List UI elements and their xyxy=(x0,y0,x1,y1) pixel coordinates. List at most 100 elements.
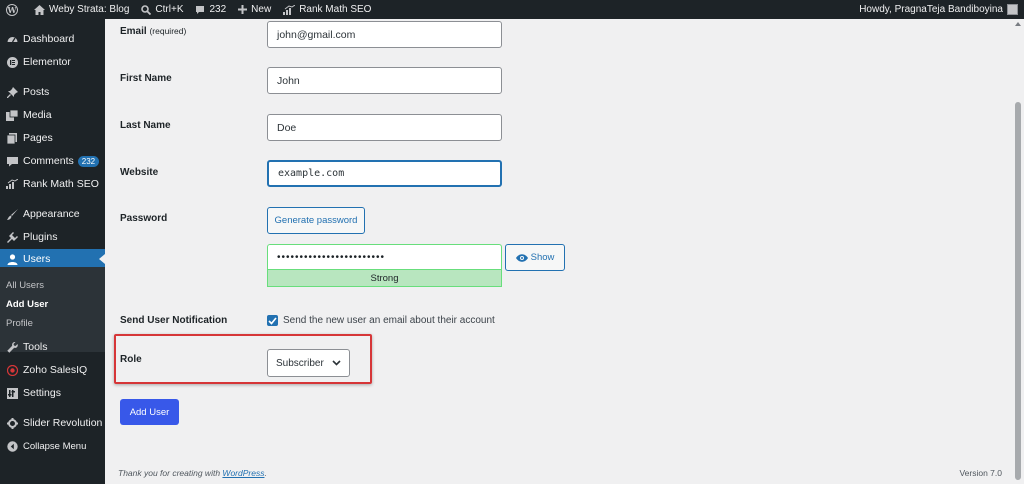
plus-icon xyxy=(238,5,248,14)
website-label: Website xyxy=(120,167,159,178)
sidebar-item-media[interactable]: Media xyxy=(0,105,105,125)
password-strength-meter: Strong xyxy=(267,269,502,287)
sidebar-item-elementor[interactable]: Elementor xyxy=(0,52,105,72)
send-notification-checkbox[interactable] xyxy=(267,315,278,326)
sidebar-item-label: Users xyxy=(23,253,51,265)
sidebar-item-users[interactable]: Users xyxy=(0,249,105,269)
notification-label: Send User Notification xyxy=(120,315,228,326)
notification-text[interactable]: Send the new user an email about their a… xyxy=(283,315,495,326)
sidebar-item-dashboard[interactable]: Dashboard xyxy=(0,29,105,49)
sidebar-item-label: Zoho SalesIQ xyxy=(23,364,88,376)
avatar xyxy=(1007,4,1018,15)
last-name-label: Last Name xyxy=(120,120,171,131)
comments-count: 232 xyxy=(209,4,227,15)
dashboard-icon xyxy=(6,33,18,45)
first-name-label: First Name xyxy=(120,73,172,84)
wrench-icon xyxy=(6,341,18,353)
command-palette-link[interactable]: Ctrl+K xyxy=(135,0,189,19)
pages-icon xyxy=(6,132,18,144)
comment-icon xyxy=(196,5,205,14)
sidebar-item-zoho[interactable]: Zoho SalesIQ xyxy=(0,360,105,380)
email-label: Email (required) xyxy=(120,26,186,37)
last-name-field[interactable]: Doe xyxy=(267,114,502,141)
sidebar-item-slider-revolution[interactable]: Slider Revolution xyxy=(0,413,105,433)
shortcut-label: Ctrl+K xyxy=(155,4,184,15)
rank-math-link[interactable]: Rank Math SEO xyxy=(277,0,377,19)
comment-icon xyxy=(6,155,18,167)
wordpress-logo[interactable]: W xyxy=(0,0,28,19)
user-icon xyxy=(6,253,18,265)
website-field[interactable]: example.com xyxy=(267,160,502,187)
scroll-up-arrow[interactable] xyxy=(1015,22,1021,26)
new-content-link[interactable]: New xyxy=(232,0,277,19)
checkmark-icon xyxy=(268,316,277,325)
role-highlight-box xyxy=(114,334,372,384)
password-label: Password xyxy=(120,213,168,224)
sidebar-item-label: Media xyxy=(23,109,52,121)
plugin-icon xyxy=(6,231,18,243)
email-field[interactable]: john@gmail.com xyxy=(267,21,502,48)
password-field[interactable]: •••••••••••••••••••••••• xyxy=(267,244,502,269)
sidebar-item-plugins[interactable]: Plugins xyxy=(0,227,105,247)
show-label: Show xyxy=(530,252,555,263)
settings-icon xyxy=(6,387,18,399)
sidebar-item-label: Tools xyxy=(23,341,48,353)
scrollbar[interactable] xyxy=(1012,19,1024,484)
sidebar-item-settings[interactable]: Settings xyxy=(0,383,105,403)
email-label-text: Email xyxy=(120,26,147,37)
site-name-link[interactable]: Weby Strata: Blog xyxy=(28,0,135,19)
version-label: Version 7.0 xyxy=(959,468,1002,478)
first-name-field[interactable]: John xyxy=(267,67,502,94)
generate-password-button[interactable]: Generate password xyxy=(267,207,365,234)
my-account-link[interactable]: Howdy, PragnaTeja Bandiboyina xyxy=(853,0,1024,19)
sidebar-item-rank-math[interactable]: Rank Math SEO xyxy=(0,174,105,194)
sidebar-item-label: Pages xyxy=(23,132,53,144)
show-password-button[interactable]: Show xyxy=(505,244,565,271)
media-icon xyxy=(6,109,18,121)
submenu-item-all-users[interactable]: All Users xyxy=(6,280,44,291)
collapse-icon xyxy=(6,440,18,452)
slider-icon xyxy=(6,417,18,429)
new-label: New xyxy=(251,4,272,15)
greeting: Howdy, PragnaTeja Bandiboyina xyxy=(859,4,1003,15)
svg-text:W: W xyxy=(7,4,18,14)
submenu-item-profile[interactable]: Profile xyxy=(6,318,33,329)
sidebar-item-label: Plugins xyxy=(23,231,58,243)
wordpress-icon: W xyxy=(6,3,18,16)
site-name: Weby Strata: Blog xyxy=(49,4,130,15)
comments-badge: 232 xyxy=(77,155,100,167)
zoho-icon xyxy=(6,364,18,376)
seo-label: Rank Math SEO xyxy=(299,4,372,15)
sidebar-item-label: Rank Math SEO xyxy=(23,178,99,190)
footer-thanks-suffix: . xyxy=(264,468,267,478)
sidebar-item-comments[interactable]: Comments 232 xyxy=(0,151,105,171)
sidebar-item-posts[interactable]: Posts xyxy=(0,82,105,102)
admin-bar: W Weby Strata: Blog Ctrl+K 232 New Rank … xyxy=(0,0,1024,19)
brush-icon xyxy=(6,208,18,220)
sidebar-item-label: Dashboard xyxy=(23,33,75,45)
admin-sidebar: Dashboard Elementor Posts Media Pages Co… xyxy=(0,19,105,484)
pin-icon xyxy=(6,86,18,98)
sidebar-item-label: Posts xyxy=(23,86,50,98)
scroll-thumb[interactable] xyxy=(1015,102,1021,480)
sidebar-item-label: Elementor xyxy=(23,56,71,68)
search-icon xyxy=(141,4,152,15)
sidebar-item-label: Slider Revolution xyxy=(23,417,103,429)
submenu-item-add-user[interactable]: Add User xyxy=(6,299,48,310)
add-user-button[interactable]: Add User xyxy=(120,399,179,425)
sidebar-item-tools[interactable]: Tools xyxy=(0,337,105,357)
collapse-menu-button[interactable]: Collapse Menu xyxy=(0,436,105,456)
wordpress-link[interactable]: WordPress xyxy=(222,468,264,478)
footer-thanks: Thank you for creating with WordPress. xyxy=(118,468,267,478)
sidebar-item-label: Appearance xyxy=(23,208,80,220)
chart-icon xyxy=(283,4,296,15)
comments-link[interactable]: 232 xyxy=(189,0,232,19)
sidebar-item-label: Collapse Menu xyxy=(23,440,87,452)
sidebar-item-pages[interactable]: Pages xyxy=(0,128,105,148)
home-icon xyxy=(34,4,45,15)
eye-icon xyxy=(515,253,528,262)
required-note: (required) xyxy=(149,26,187,36)
chart-icon xyxy=(6,178,18,190)
footer-thanks-prefix: Thank you for creating with xyxy=(118,468,223,478)
sidebar-item-appearance[interactable]: Appearance xyxy=(0,204,105,224)
